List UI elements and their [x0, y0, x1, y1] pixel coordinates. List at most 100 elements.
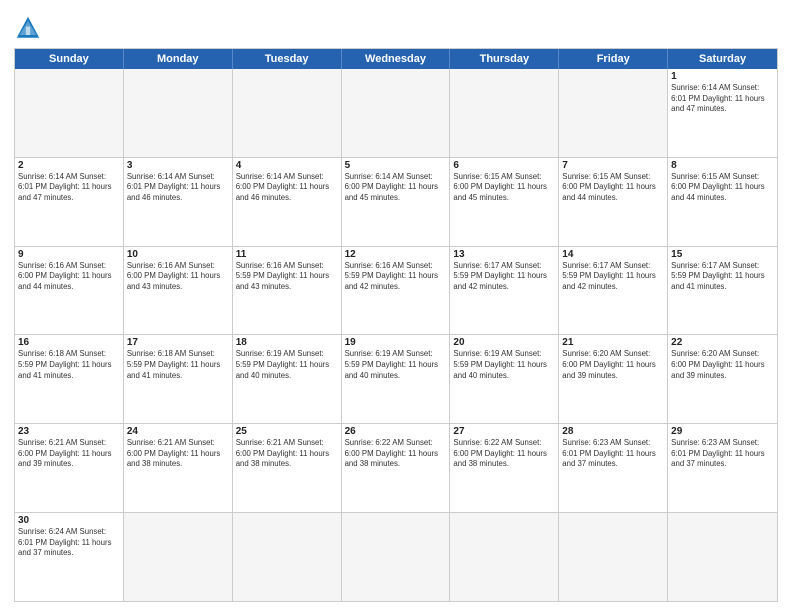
calendar-cell-8: 8Sunrise: 6:15 AM Sunset: 6:00 PM Daylig…	[668, 158, 777, 246]
day-number: 28	[562, 426, 664, 437]
cell-info: Sunrise: 6:16 AM Sunset: 6:00 PM Dayligh…	[127, 261, 229, 293]
cell-info: Sunrise: 6:16 AM Sunset: 6:00 PM Dayligh…	[18, 261, 120, 293]
day-number: 27	[453, 426, 555, 437]
header-day-friday: Friday	[559, 49, 668, 69]
day-number: 19	[345, 337, 447, 348]
calendar-cell-empty-0-3	[342, 69, 451, 157]
header-day-monday: Monday	[124, 49, 233, 69]
cell-info: Sunrise: 6:19 AM Sunset: 5:59 PM Dayligh…	[453, 349, 555, 381]
calendar-cell-15: 15Sunrise: 6:17 AM Sunset: 5:59 PM Dayli…	[668, 247, 777, 335]
cell-info: Sunrise: 6:14 AM Sunset: 6:00 PM Dayligh…	[236, 172, 338, 204]
calendar-cell-11: 11Sunrise: 6:16 AM Sunset: 5:59 PM Dayli…	[233, 247, 342, 335]
day-number: 18	[236, 337, 338, 348]
day-number: 12	[345, 249, 447, 260]
header-day-sunday: Sunday	[15, 49, 124, 69]
calendar-cell-5: 5Sunrise: 6:14 AM Sunset: 6:00 PM Daylig…	[342, 158, 451, 246]
calendar-body: 1Sunrise: 6:14 AM Sunset: 6:01 PM Daylig…	[15, 69, 777, 601]
cell-info: Sunrise: 6:24 AM Sunset: 6:01 PM Dayligh…	[18, 527, 120, 559]
page: SundayMondayTuesdayWednesdayThursdayFrid…	[0, 0, 792, 612]
cell-info: Sunrise: 6:18 AM Sunset: 5:59 PM Dayligh…	[18, 349, 120, 381]
calendar-cell-29: 29Sunrise: 6:23 AM Sunset: 6:01 PM Dayli…	[668, 424, 777, 512]
day-number: 2	[18, 160, 120, 171]
header	[14, 10, 778, 42]
day-number: 9	[18, 249, 120, 260]
day-number: 29	[671, 426, 774, 437]
calendar-cell-23: 23Sunrise: 6:21 AM Sunset: 6:00 PM Dayli…	[15, 424, 124, 512]
calendar-cell-empty-5-5	[559, 513, 668, 601]
calendar-cell-7: 7Sunrise: 6:15 AM Sunset: 6:00 PM Daylig…	[559, 158, 668, 246]
day-number: 4	[236, 160, 338, 171]
calendar-cell-1: 1Sunrise: 6:14 AM Sunset: 6:01 PM Daylig…	[668, 69, 777, 157]
calendar-cell-empty-0-5	[559, 69, 668, 157]
calendar-cell-25: 25Sunrise: 6:21 AM Sunset: 6:00 PM Dayli…	[233, 424, 342, 512]
calendar: SundayMondayTuesdayWednesdayThursdayFrid…	[14, 48, 778, 602]
header-day-wednesday: Wednesday	[342, 49, 451, 69]
calendar-header: SundayMondayTuesdayWednesdayThursdayFrid…	[15, 49, 777, 69]
day-number: 7	[562, 160, 664, 171]
day-number: 23	[18, 426, 120, 437]
calendar-cell-21: 21Sunrise: 6:20 AM Sunset: 6:00 PM Dayli…	[559, 335, 668, 423]
day-number: 17	[127, 337, 229, 348]
day-number: 5	[345, 160, 447, 171]
calendar-cell-6: 6Sunrise: 6:15 AM Sunset: 6:00 PM Daylig…	[450, 158, 559, 246]
calendar-cell-empty-5-3	[342, 513, 451, 601]
cell-info: Sunrise: 6:18 AM Sunset: 5:59 PM Dayligh…	[127, 349, 229, 381]
header-day-thursday: Thursday	[450, 49, 559, 69]
cell-info: Sunrise: 6:15 AM Sunset: 6:00 PM Dayligh…	[562, 172, 664, 204]
day-number: 10	[127, 249, 229, 260]
day-number: 26	[345, 426, 447, 437]
cell-info: Sunrise: 6:15 AM Sunset: 6:00 PM Dayligh…	[671, 172, 774, 204]
cell-info: Sunrise: 6:22 AM Sunset: 6:00 PM Dayligh…	[345, 438, 447, 470]
cell-info: Sunrise: 6:19 AM Sunset: 5:59 PM Dayligh…	[345, 349, 447, 381]
day-number: 24	[127, 426, 229, 437]
calendar-cell-22: 22Sunrise: 6:20 AM Sunset: 6:00 PM Dayli…	[668, 335, 777, 423]
cell-info: Sunrise: 6:14 AM Sunset: 6:01 PM Dayligh…	[671, 83, 774, 115]
calendar-cell-empty-5-6	[668, 513, 777, 601]
calendar-cell-empty-5-1	[124, 513, 233, 601]
day-number: 30	[18, 515, 120, 526]
logo-icon	[14, 14, 42, 42]
calendar-cell-30: 30Sunrise: 6:24 AM Sunset: 6:01 PM Dayli…	[15, 513, 124, 601]
cell-info: Sunrise: 6:19 AM Sunset: 5:59 PM Dayligh…	[236, 349, 338, 381]
day-number: 13	[453, 249, 555, 260]
calendar-cell-empty-0-4	[450, 69, 559, 157]
day-number: 6	[453, 160, 555, 171]
calendar-cell-26: 26Sunrise: 6:22 AM Sunset: 6:00 PM Dayli…	[342, 424, 451, 512]
cell-info: Sunrise: 6:23 AM Sunset: 6:01 PM Dayligh…	[671, 438, 774, 470]
calendar-cell-27: 27Sunrise: 6:22 AM Sunset: 6:00 PM Dayli…	[450, 424, 559, 512]
calendar-cell-28: 28Sunrise: 6:23 AM Sunset: 6:01 PM Dayli…	[559, 424, 668, 512]
calendar-row-0: 1Sunrise: 6:14 AM Sunset: 6:01 PM Daylig…	[15, 69, 777, 157]
calendar-cell-empty-0-1	[124, 69, 233, 157]
cell-info: Sunrise: 6:21 AM Sunset: 6:00 PM Dayligh…	[18, 438, 120, 470]
day-number: 11	[236, 249, 338, 260]
calendar-cell-2: 2Sunrise: 6:14 AM Sunset: 6:01 PM Daylig…	[15, 158, 124, 246]
cell-info: Sunrise: 6:22 AM Sunset: 6:00 PM Dayligh…	[453, 438, 555, 470]
day-number: 20	[453, 337, 555, 348]
cell-info: Sunrise: 6:21 AM Sunset: 6:00 PM Dayligh…	[236, 438, 338, 470]
calendar-row-3: 16Sunrise: 6:18 AM Sunset: 5:59 PM Dayli…	[15, 334, 777, 423]
cell-info: Sunrise: 6:15 AM Sunset: 6:00 PM Dayligh…	[453, 172, 555, 204]
cell-info: Sunrise: 6:21 AM Sunset: 6:00 PM Dayligh…	[127, 438, 229, 470]
header-day-tuesday: Tuesday	[233, 49, 342, 69]
day-number: 15	[671, 249, 774, 260]
calendar-cell-10: 10Sunrise: 6:16 AM Sunset: 6:00 PM Dayli…	[124, 247, 233, 335]
calendar-cell-17: 17Sunrise: 6:18 AM Sunset: 5:59 PM Dayli…	[124, 335, 233, 423]
day-number: 25	[236, 426, 338, 437]
day-number: 14	[562, 249, 664, 260]
day-number: 1	[671, 71, 774, 82]
cell-info: Sunrise: 6:17 AM Sunset: 5:59 PM Dayligh…	[453, 261, 555, 293]
day-number: 8	[671, 160, 774, 171]
calendar-cell-3: 3Sunrise: 6:14 AM Sunset: 6:01 PM Daylig…	[124, 158, 233, 246]
cell-info: Sunrise: 6:17 AM Sunset: 5:59 PM Dayligh…	[671, 261, 774, 293]
calendar-cell-empty-0-0	[15, 69, 124, 157]
calendar-cell-empty-0-2	[233, 69, 342, 157]
calendar-row-2: 9Sunrise: 6:16 AM Sunset: 6:00 PM Daylig…	[15, 246, 777, 335]
calendar-cell-18: 18Sunrise: 6:19 AM Sunset: 5:59 PM Dayli…	[233, 335, 342, 423]
day-number: 21	[562, 337, 664, 348]
cell-info: Sunrise: 6:14 AM Sunset: 6:01 PM Dayligh…	[127, 172, 229, 204]
day-number: 3	[127, 160, 229, 171]
calendar-cell-empty-5-4	[450, 513, 559, 601]
logo	[14, 14, 46, 42]
cell-info: Sunrise: 6:20 AM Sunset: 6:00 PM Dayligh…	[562, 349, 664, 381]
calendar-cell-20: 20Sunrise: 6:19 AM Sunset: 5:59 PM Dayli…	[450, 335, 559, 423]
